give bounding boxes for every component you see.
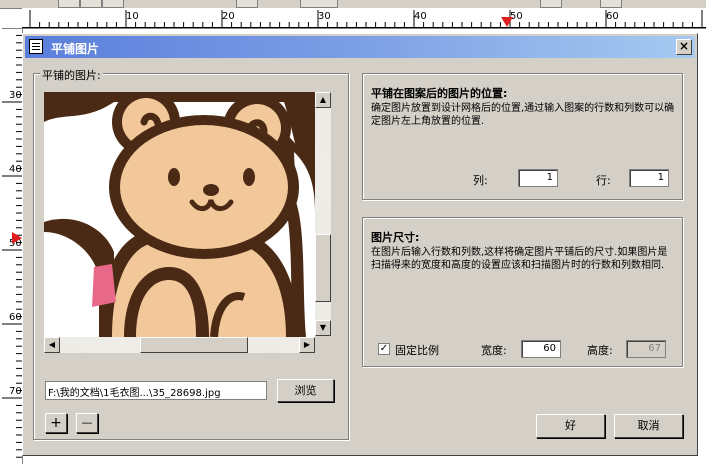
size-group-title: 图片尺寸: (371, 231, 420, 244)
scroll-left-icon[interactable]: ◀ (44, 337, 60, 353)
scroll-down-icon[interactable]: ▼ (315, 320, 331, 336)
ok-button[interactable]: 好 (536, 414, 605, 438)
ruler-label: 20 (222, 11, 235, 22)
toolbar-button[interactable] (80, 0, 102, 8)
preview-group-label: 平铺的图片: (40, 67, 103, 83)
preview-horizontal-scrollbar[interactable]: ◀ ▶ (44, 337, 315, 353)
row-marker-icon[interactable] (12, 232, 22, 244)
ruler-label: 30 (318, 11, 331, 22)
zoom-in-button[interactable]: + (45, 413, 67, 433)
height-label: 高度: (587, 344, 613, 357)
toolbar-button[interactable] (236, 0, 258, 8)
ruler-label: 40 (9, 164, 22, 175)
height-input: 67 (626, 340, 666, 358)
ruler-label: 60 (606, 11, 619, 22)
ruler-ticks (22, 10, 706, 28)
toolbar-button[interactable] (600, 0, 622, 8)
horizontal-scroll-thumb[interactable] (140, 337, 248, 353)
document-icon (29, 39, 43, 54)
zoom-out-button[interactable]: — (76, 413, 98, 433)
position-group-title: 平铺在图案后的图片的位置: (371, 87, 508, 100)
scroll-up-icon[interactable]: ▲ (315, 92, 331, 108)
position-description: 确定图片放置到设计网格后的位置,通过输入图案的行数和列数可以确定图片左上角放置的… (371, 103, 675, 127)
lock-ratio-checkbox[interactable]: ✓ (378, 343, 390, 355)
row-label: 行: (596, 174, 611, 187)
file-path-field[interactable]: F:\我的文档\1毛衣图...\35_28698.jpg (45, 381, 267, 400)
toolbar-button[interactable] (540, 0, 562, 8)
cancel-button[interactable]: 取消 (614, 414, 683, 438)
scroll-right-icon[interactable]: ▶ (299, 337, 315, 353)
column-marker-icon[interactable] (501, 17, 513, 27)
ruler-label: 30 (9, 90, 22, 101)
bear-image (44, 92, 315, 337)
toolbar-button[interactable] (300, 0, 338, 8)
toolbar-button[interactable] (102, 0, 124, 8)
dialog-title: 平铺图片 (51, 42, 100, 56)
width-label: 宽度: (481, 344, 507, 357)
vertical-ruler: 30 40 50 60 70 (0, 28, 23, 464)
column-label: 列: (473, 174, 488, 187)
horizontal-ruler: 10 20 30 40 50 60 (22, 8, 706, 29)
ruler-label: 60 (9, 312, 22, 323)
dialog-titlebar[interactable]: 平铺图片 × (25, 36, 695, 58)
size-description: 在图片后输入行数和列数,这样将确定图片平铺后的尺寸.如果图片是扫描得来的宽度和高… (371, 247, 668, 271)
lock-ratio-label: 固定比例 (395, 344, 439, 357)
toolbar-button[interactable] (58, 0, 80, 8)
row-input[interactable]: 1 (629, 169, 669, 187)
image-preview[interactable] (44, 92, 315, 337)
close-button[interactable]: × (676, 39, 692, 55)
browse-button[interactable]: 浏览 (277, 379, 334, 402)
ruler-label: 40 (414, 11, 427, 22)
ruler-label: 70 (9, 386, 22, 397)
ruler-label: 10 (126, 11, 139, 22)
column-input[interactable]: 1 (518, 169, 558, 187)
width-input[interactable]: 60 (521, 340, 561, 358)
preview-vertical-scrollbar[interactable]: ▲ ▼ (315, 92, 331, 336)
vertical-scroll-thumb[interactable] (315, 234, 331, 302)
scrollbar-corner (315, 337, 331, 353)
